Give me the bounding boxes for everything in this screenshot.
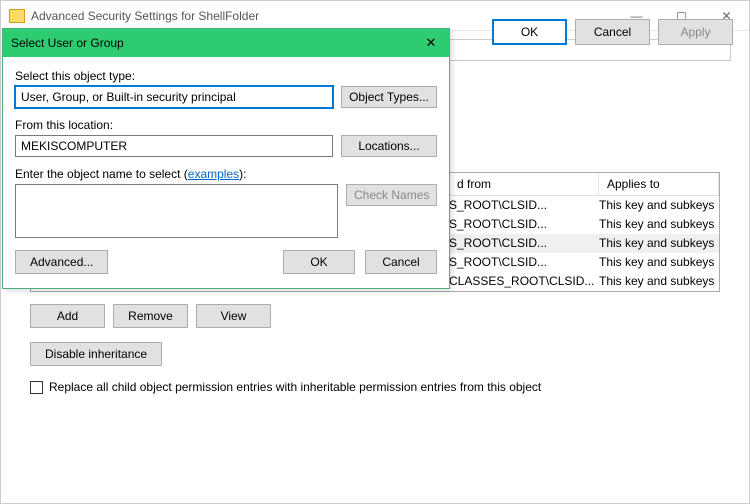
dialog-ok-button[interactable]: OK	[283, 250, 355, 274]
add-button[interactable]: Add	[30, 304, 105, 328]
replace-checkbox[interactable]	[30, 381, 43, 394]
cell-inherited: S_ROOT\CLSID...	[449, 217, 599, 232]
cell-applies: This key and subkeys	[599, 274, 719, 289]
locations-button[interactable]: Locations...	[341, 135, 437, 157]
dialog-cancel-button[interactable]: Cancel	[365, 250, 437, 274]
object-type-label: Select this object type:	[15, 69, 437, 83]
dialog-close-button[interactable]: ✕	[421, 33, 441, 53]
col-applies[interactable]: Applies to	[599, 173, 719, 195]
location-field[interactable]: MEKISCOMPUTER	[15, 135, 333, 157]
cell-inherited: S_ROOT\CLSID...	[449, 198, 599, 213]
cell-inherited: S_ROOT\CLSID...	[449, 255, 599, 270]
disable-inheritance-button[interactable]: Disable inheritance	[30, 342, 162, 366]
dialog-title: Select User or Group	[11, 36, 421, 50]
check-names-button[interactable]: Check Names	[346, 184, 437, 206]
cell-inherited: S_ROOT\CLSID...	[449, 236, 599, 251]
view-button[interactable]: View	[196, 304, 271, 328]
col-inherited[interactable]: d from	[449, 173, 599, 195]
select-user-group-dialog: Select User or Group ✕ Select this objec…	[2, 28, 450, 289]
apply-button[interactable]: Apply	[658, 19, 733, 45]
object-type-field[interactable]: User, Group, or Built-in security princi…	[15, 86, 333, 108]
cell-applies: This key and subkeys	[599, 217, 719, 232]
cell-inherited: CLASSES_ROOT\CLSID...	[449, 274, 599, 289]
enter-name-label: Enter the object name to select (example…	[15, 167, 437, 181]
advanced-button[interactable]: Advanced...	[15, 250, 108, 274]
folder-icon	[9, 9, 25, 23]
object-name-input[interactable]	[15, 184, 338, 238]
location-label: From this location:	[15, 118, 437, 132]
cancel-button[interactable]: Cancel	[575, 19, 650, 45]
cell-applies: This key and subkeys	[599, 255, 719, 270]
ok-button[interactable]: OK	[492, 19, 567, 45]
dialog-titlebar: Select User or Group ✕	[3, 29, 449, 57]
object-types-button[interactable]: Object Types...	[341, 86, 437, 108]
cell-applies: This key and subkeys	[599, 236, 719, 251]
examples-link[interactable]: examples	[188, 167, 239, 181]
replace-checkbox-label: Replace all child object permission entr…	[49, 380, 541, 394]
remove-button[interactable]: Remove	[113, 304, 188, 328]
cell-applies: This key and subkeys	[599, 198, 719, 213]
